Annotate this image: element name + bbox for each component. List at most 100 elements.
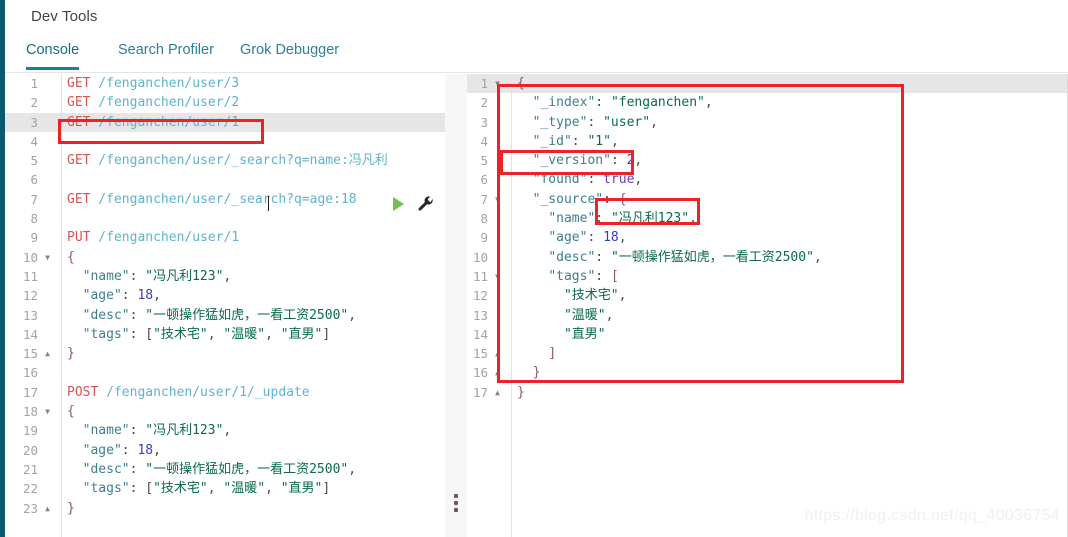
fold-open-icon[interactable]: ▼ — [495, 267, 500, 286]
code-token: "技术宅" — [153, 326, 208, 342]
code-line: "desc": "一顿操作猛如虎，一看工资2500", — [67, 306, 445, 325]
code-token: , — [704, 95, 713, 111]
code-line: "技术宅", — [517, 286, 1068, 305]
code-token: , — [348, 307, 357, 323]
line-number: 15 ▲ — [5, 344, 52, 363]
code-token: "name" — [82, 268, 130, 284]
code-token: "技术宅" — [153, 481, 208, 497]
code-token: , — [348, 461, 357, 477]
code-token: "冯凡利123" — [145, 423, 224, 439]
line-number: 7 ▼ — [467, 190, 502, 209]
line-number: 18 ▼ — [5, 402, 52, 421]
code-token: /fenganchen/user/1 — [90, 114, 240, 130]
line-number: 21 — [22, 461, 38, 477]
tab-search-profiler[interactable]: Search Profiler — [118, 42, 214, 69]
code-token: 18 — [603, 230, 619, 246]
code-token: , — [207, 326, 224, 342]
tab-console[interactable]: Console — [26, 42, 80, 70]
code-token: { — [67, 249, 75, 265]
code-token: : — [129, 307, 146, 323]
fold-close-icon[interactable]: ▲ — [45, 499, 50, 518]
code-token: , — [153, 288, 161, 304]
line-number: 11 — [22, 268, 38, 284]
code-line: } — [517, 363, 1068, 382]
fold-close-icon[interactable]: ▲ — [495, 344, 500, 363]
wrench-icon[interactable] — [417, 195, 435, 218]
line-number: 16 ▲ — [467, 363, 502, 382]
code-line: POST /fenganchen/user/1/_update — [67, 383, 445, 402]
code-line: PUT /fenganchen/user/1 — [67, 228, 445, 247]
code-token: { — [618, 191, 627, 207]
request-editor-pane[interactable]: 1 2 3 4 5 6 7 8 9 10 ▼ 11 12 13 14 15 ▲ 16 17 18 ▼ 19 20 21 22 23… — [5, 74, 445, 537]
request-gutter-divider — [61, 74, 62, 537]
code-token: GET — [67, 191, 91, 207]
code-token: , — [618, 288, 627, 304]
code-token: "技术宅" — [563, 288, 619, 304]
code-token: , — [223, 423, 232, 439]
play-icon[interactable] — [393, 197, 404, 211]
code-token: : — [129, 423, 146, 439]
line-number: 7 — [30, 191, 38, 207]
tab-grok-debugger[interactable]: Grok Debugger — [240, 42, 339, 69]
response-editor[interactable]: 1 ▼ 2 3 4 5 6 7 ▼ 8 9 10 11 ▼ 12 13 14 15 ▲ 16 ▲ 17 ▲ { "_inde… — [467, 74, 1068, 537]
fold-close-icon[interactable]: ▲ — [45, 344, 50, 363]
code-token: , — [634, 172, 643, 188]
line-number: 19 — [22, 423, 38, 439]
code-token: PUT — [67, 230, 91, 246]
response-editor-pane[interactable]: 1 ▼ 2 3 4 5 6 7 ▼ 8 9 10 11 ▼ 12 13 14 15 ▲ 16 ▲ 17 ▲ { "_inde… — [467, 74, 1068, 537]
code-token: "tags" — [548, 268, 596, 284]
code-token: "_type" — [532, 114, 588, 130]
code-token: "user" — [603, 114, 651, 130]
code-token: : [ — [129, 326, 154, 342]
app-header: Dev Tools — [5, 0, 1068, 33]
code-token: true — [603, 172, 635, 188]
fold-open-icon[interactable]: ▼ — [45, 402, 50, 421]
line-number: 6 — [480, 172, 488, 188]
line-number: 22 — [22, 481, 38, 497]
code-token: "desc" — [82, 461, 130, 477]
code-line: GET /fenganchen/user/2 — [67, 93, 445, 112]
code-token: "_id" — [532, 133, 572, 149]
code-token: "一顿操作猛如虎，一看工资2500" — [145, 307, 349, 323]
fold-open-icon[interactable]: ▼ — [495, 74, 500, 93]
code-token: "冯凡利123" — [145, 268, 224, 284]
code-token: POST — [67, 384, 99, 400]
watermark: https://blog.csdn.net/qq_40036754 — [804, 507, 1060, 524]
tab-grok-debugger-label: Grok Debugger — [240, 42, 340, 58]
console-body: 1 2 3 4 5 6 7 8 9 10 ▼ 11 12 13 14 15 ▲ 16 17 18 ▼ 19 20 21 22 23… — [5, 74, 1068, 537]
code-token: "age" — [82, 288, 122, 304]
code-token: GET — [67, 114, 91, 130]
fold-close-icon[interactable]: ▲ — [495, 363, 500, 382]
fold-open-icon[interactable]: ▼ — [495, 190, 500, 209]
request-editor[interactable]: 1 2 3 4 5 6 7 8 9 10 ▼ 11 12 13 14 15 ▲ 16 17 18 ▼ 19 20 21 22 23… — [5, 74, 445, 537]
code-token: "desc" — [548, 249, 596, 265]
code-token: , — [223, 268, 232, 284]
code-token: , — [610, 133, 619, 149]
line-number: 6 — [30, 172, 38, 188]
request-gutter: 1 2 3 4 5 6 7 8 9 10 ▼ 11 12 13 14 15 ▲ 16 17 18 ▼ 19 20 21 22 23… — [5, 74, 52, 537]
request-code[interactable]: GET /fenganchen/user/3 GET /fenganchen/us… — [67, 74, 445, 537]
fold-close-icon[interactable]: ▲ — [495, 383, 500, 402]
code-token: , — [813, 249, 822, 265]
splitter-grip-icon[interactable] — [454, 494, 458, 512]
pane-splitter[interactable] — [445, 74, 467, 537]
code-line: "_index": "fenganchen", — [517, 93, 1068, 112]
dev-tools-window: Dev Tools Console Search Profiler Grok D… — [0, 0, 1068, 537]
code-line: "age": 18, — [67, 286, 445, 305]
fold-open-icon[interactable]: ▼ — [45, 248, 50, 267]
code-token: ] — [322, 326, 331, 342]
code-token: , — [634, 153, 643, 169]
code-line: "name": "冯凡利123", — [67, 421, 445, 440]
code-token: : — [121, 288, 138, 304]
code-token: "fenganchen" — [610, 95, 705, 111]
